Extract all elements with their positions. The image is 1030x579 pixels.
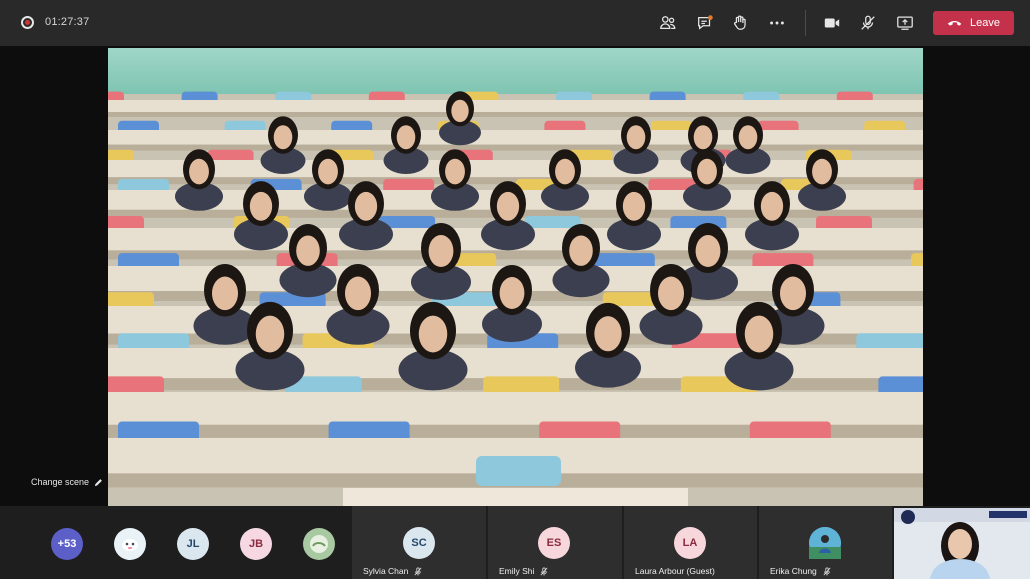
- attendee-face: [657, 276, 685, 311]
- mic-muted-icon: [540, 567, 548, 575]
- chat-icon: [698, 15, 713, 30]
- participant-name: Emily Shi: [499, 566, 548, 576]
- camera-icon: [824, 18, 840, 28]
- self-video-image: [894, 508, 1030, 579]
- attendee-face: [273, 125, 293, 150]
- participants-button[interactable]: [657, 12, 679, 34]
- participant-name: Erika Chung: [770, 566, 831, 576]
- desk-row: [108, 130, 923, 145]
- mic-off-icon: [861, 15, 875, 30]
- attendee-face: [622, 191, 646, 221]
- participant-tile-laura-arbour[interactable]: LA Laura Arbour (Guest): [624, 506, 758, 579]
- participant-avatar-la: LA: [674, 527, 706, 559]
- attendee-face: [211, 276, 239, 311]
- chat-button[interactable]: [694, 12, 716, 34]
- more-options-button[interactable]: [766, 12, 788, 34]
- attendee-face: [428, 235, 454, 267]
- attendee-face: [555, 158, 575, 185]
- recording-icon: [21, 16, 34, 29]
- avatar-image: [115, 529, 145, 559]
- mic-muted-icon: [823, 567, 831, 575]
- participant-name-label: Sylvia Chan: [363, 566, 409, 576]
- attendee-face: [496, 191, 520, 221]
- leave-button[interactable]: Leave: [933, 11, 1014, 35]
- meeting-stage: Change scene: [0, 46, 1030, 506]
- participant-name-label: Erika Chung: [770, 566, 817, 576]
- desk-row: [108, 160, 923, 178]
- avatar-image: [809, 527, 841, 559]
- hang-up-icon: [947, 20, 962, 26]
- recording-timer: 01:27:37: [45, 16, 90, 28]
- attendee-face: [296, 235, 320, 266]
- attendee-face: [344, 276, 372, 311]
- mic-button[interactable]: [857, 12, 879, 34]
- attendee-face: [569, 235, 593, 266]
- desk-row: [108, 100, 923, 112]
- attendee-face: [626, 125, 646, 150]
- attendee-face: [418, 315, 448, 353]
- desk-row: [108, 392, 923, 425]
- participant-avatar[interactable]: [303, 528, 335, 560]
- participant-name: Sylvia Chan: [363, 566, 422, 576]
- more-participants-badge[interactable]: +53: [51, 528, 83, 560]
- raise-hand-button[interactable]: [729, 12, 751, 34]
- avatar-image: [304, 529, 334, 559]
- attendee-face: [693, 125, 713, 150]
- participant-tile-sylvia-chan[interactable]: SC Sylvia Chan: [352, 506, 487, 579]
- change-scene-button[interactable]: Change scene: [31, 477, 103, 487]
- attendee-face: [760, 191, 784, 221]
- front-seat: [476, 456, 561, 486]
- attendee-face: [744, 315, 774, 353]
- pencil-icon: [94, 478, 102, 486]
- self-video-preview[interactable]: [894, 508, 1030, 579]
- participants-icon: [660, 16, 676, 30]
- raise-hand-icon: [733, 15, 746, 30]
- attendee-face: [812, 158, 832, 185]
- lecture-hall-rows: [108, 91, 923, 506]
- mic-muted-icon: [414, 567, 422, 575]
- more-options-icon: [770, 21, 784, 25]
- lecturer-desk: [343, 488, 688, 506]
- participant-avatar[interactable]: [114, 528, 146, 560]
- attendee-face: [697, 158, 717, 185]
- attendee-face: [445, 158, 465, 185]
- camera-button[interactable]: [821, 12, 843, 34]
- attendee-face: [695, 235, 721, 267]
- participant-avatar-es: ES: [538, 527, 570, 559]
- participant-avatar-jl[interactable]: JL: [177, 528, 209, 560]
- change-scene-label: Change scene: [31, 477, 90, 487]
- participant-name: Laura Arbour (Guest): [635, 566, 715, 576]
- participant-strip: +53 JL JB SC Sylvia Chan ES Emily Shi LA…: [0, 506, 1030, 579]
- together-mode-scene: [108, 48, 923, 506]
- attendee-face: [396, 125, 416, 150]
- attendee-face: [255, 315, 285, 353]
- toolbar-divider: [805, 10, 806, 36]
- attendee-face: [594, 316, 622, 352]
- participant-name-label: Laura Arbour (Guest): [635, 566, 715, 576]
- participant-name-label: Emily Shi: [499, 566, 535, 576]
- participant-avatar-sc: SC: [403, 527, 435, 559]
- attendee-face: [189, 158, 209, 185]
- attendee-face: [738, 125, 758, 150]
- participant-avatar-jb[interactable]: JB: [240, 528, 272, 560]
- desk-front: [108, 112, 923, 117]
- leave-label: Leave: [970, 17, 1000, 29]
- attendee-face: [499, 277, 525, 309]
- desk-row: [108, 348, 923, 379]
- attendee-face: [354, 191, 378, 221]
- attendee-face: [318, 158, 338, 185]
- attendee-face: [249, 191, 273, 221]
- attendee-face: [451, 99, 469, 123]
- participant-tile-erika-chung[interactable]: Erika Chung: [759, 506, 893, 579]
- share-screen-icon: [897, 16, 913, 30]
- desk-front: [108, 144, 923, 151]
- participant-avatar-photo: [809, 527, 841, 559]
- share-screen-button[interactable]: [894, 12, 916, 34]
- participant-tile-emily-shi[interactable]: ES Emily Shi: [488, 506, 623, 579]
- meeting-toolbar: 01:27:37 Leave: [0, 0, 1030, 46]
- attendee-face: [779, 276, 807, 311]
